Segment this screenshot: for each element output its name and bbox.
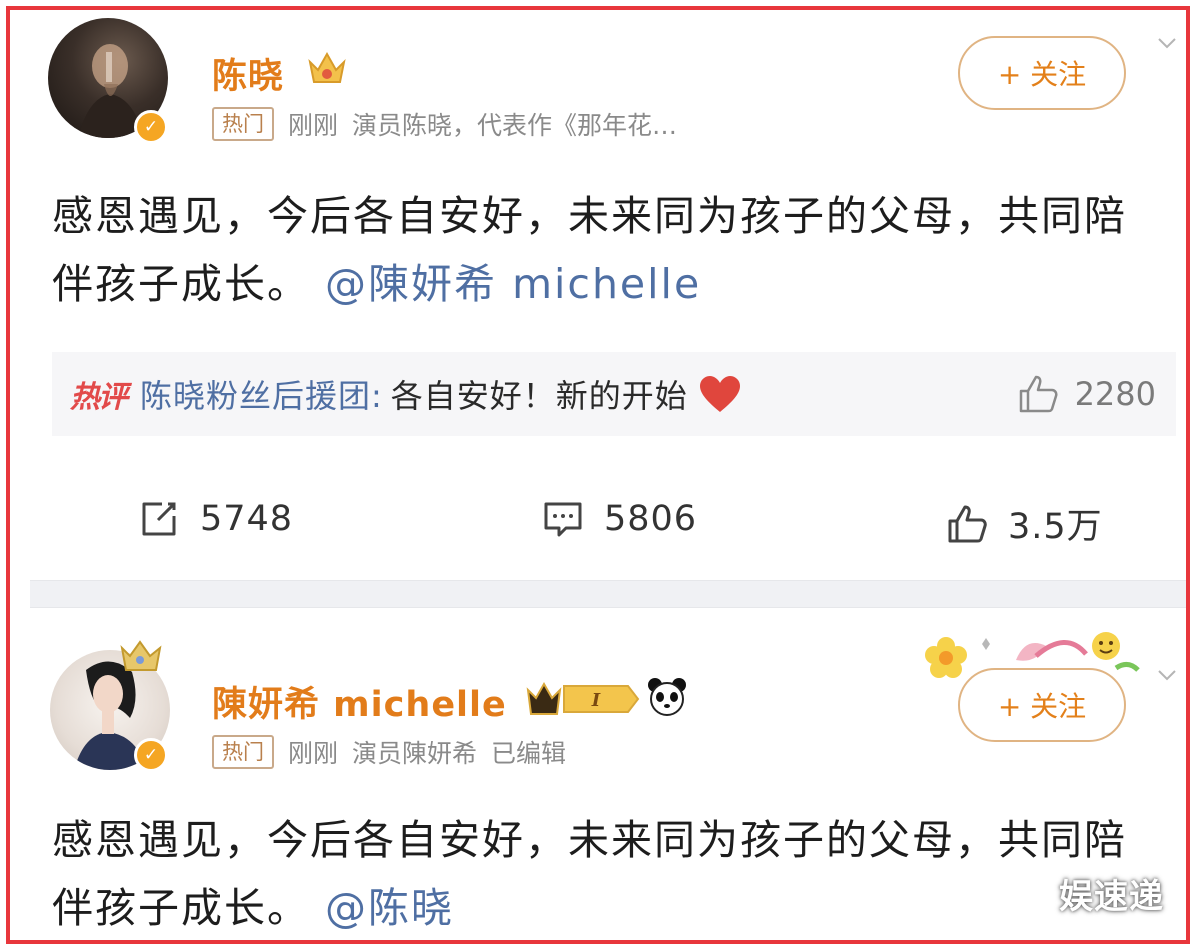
- like-button[interactable]: 3.5万: [946, 498, 1103, 549]
- repost-button[interactable]: 5748: [138, 498, 293, 540]
- mention-link[interactable]: @陳妍希 michelle: [325, 260, 701, 308]
- post-divider: [30, 580, 1186, 608]
- post-actions: 5748 5806 3.5万: [10, 490, 1186, 560]
- post-meta: 热门 刚刚 演员陳妍希 已编辑: [212, 734, 566, 770]
- verified-badge-icon: ✓: [134, 110, 168, 144]
- post-source: 演员陈晓，代表作《那年花…: [352, 111, 678, 140]
- post-meta: 热门 刚刚 演员陈晓，代表作《那年花…: [212, 106, 677, 142]
- comment-icon: [544, 502, 582, 537]
- hot-comment-text: 各自安好！新的开始: [390, 377, 688, 415]
- chevron-down-icon[interactable]: [1156, 664, 1178, 686]
- post-text: 感恩遇见，今后各自安好，未来同为孩子的父母，共同陪伴孩子成长。: [52, 816, 1127, 932]
- hot-comment[interactable]: 热评 陈晓粉丝后援团: 各自安好！新的开始 2280: [52, 352, 1176, 436]
- post-content: 感恩遇见，今后各自安好，未来同为孩子的父母，共同陪伴孩子成长。 @陳妍希 mic…: [52, 182, 1156, 318]
- member-level-badge-icon: I: [526, 681, 640, 715]
- verified-badge-icon: ✓: [134, 738, 168, 772]
- thumb-up-icon: [948, 505, 987, 542]
- post-time: 刚刚: [288, 111, 339, 140]
- post-content: 感恩遇见，今后各自安好，未来同为孩子的父母，共同陪伴孩子成长。 @陈晓: [52, 806, 1156, 940]
- weibo-post-1: ✓ 陈晓 热门 刚刚 演员陈晓，代表作《那年花… + 关注 感恩遇见，今后各自安…: [10, 10, 1186, 580]
- heart-icon: [699, 376, 740, 412]
- svg-text:I: I: [591, 690, 601, 711]
- like-count: 3.5万: [1008, 507, 1103, 547]
- panda-icon: [648, 678, 686, 716]
- follow-button[interactable]: + 关注: [958, 36, 1126, 110]
- hot-comment-label: 热评: [70, 380, 128, 415]
- hot-tag: 热门: [212, 735, 274, 769]
- weibo-post-2: ✓ 陳妍希 michelle I 热门 刚刚 演员陳妍希 已编辑 + 关注 感恩…: [10, 608, 1186, 940]
- post-time: 刚刚: [288, 739, 339, 768]
- repost-count: 5748: [200, 499, 294, 539]
- author-name[interactable]: 陳妍希 michelle: [212, 676, 507, 727]
- follow-button[interactable]: + 关注: [958, 668, 1126, 742]
- thumb-up-icon: [1019, 375, 1058, 413]
- repost-icon: [142, 502, 176, 536]
- mention-link[interactable]: @陈晓: [325, 884, 454, 932]
- hot-comment-like-count: 2280: [1074, 375, 1156, 413]
- hot-tag: 热门: [212, 107, 274, 141]
- chevron-down-icon[interactable]: [1156, 32, 1178, 54]
- crown-icon: [308, 51, 346, 83]
- screenshot-frame: ✓ 陈晓 热门 刚刚 演员陈晓，代表作《那年花… + 关注 感恩遇见，今后各自安…: [6, 6, 1190, 944]
- comment-count: 5806: [604, 499, 698, 539]
- post-source: 演员陳妍希: [352, 739, 478, 768]
- comment-button[interactable]: 5806: [542, 498, 697, 540]
- crown-icon: [120, 640, 162, 671]
- hot-comment-user[interactable]: 陈晓粉丝后援团:: [140, 371, 383, 417]
- edited-label[interactable]: 已编辑: [491, 734, 566, 770]
- author-name[interactable]: 陈晓: [212, 48, 284, 99]
- watermark: 娱速递: [1059, 877, 1164, 917]
- hot-comment-like[interactable]: 2280: [1017, 373, 1156, 415]
